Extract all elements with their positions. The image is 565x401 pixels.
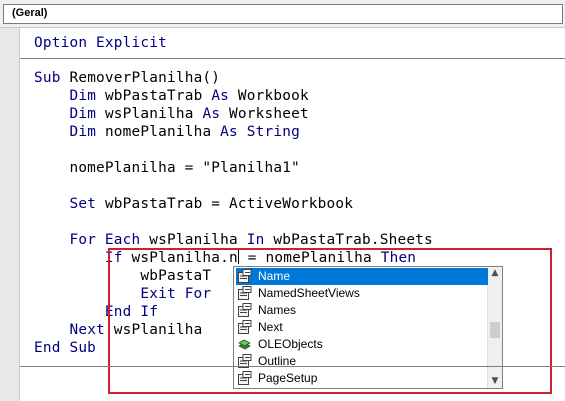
code-keyword: For Each [69,232,150,248]
autocomplete-item-oleobjects[interactable]: OLEObjects [236,336,488,353]
code-line[interactable]: Dim nomePlanilha As String [34,123,300,141]
autocomplete-item-label: NamedSheetViews [258,286,360,300]
code-line[interactable]: Dim wbPastaTrab As Workbook [34,87,309,105]
property-icon [237,303,252,318]
code-line[interactable]: For Each wsPlanilha In wbPastaTrab.Sheet… [34,231,433,249]
autocomplete-scrollbar[interactable]: ▲ ▼ [487,267,502,388]
code-keyword: Option Explicit [34,35,167,51]
property-icon [237,371,252,386]
property-icon [237,320,252,335]
code-text: nomePlanilha = "Planilha1" [34,160,300,176]
autocomplete-item-label: Name [258,269,291,283]
code-text: wbPastaTrab.Sheets [273,232,433,248]
autocomplete-item-label: OLEObjects [258,337,323,351]
code-keyword: Dim [69,124,105,140]
code-line[interactable]: Option Explicit [34,34,167,52]
code-text: Worksheet [229,106,309,122]
code-text: wsPlanilha [149,232,247,248]
autocomplete-item-namedsheetviews[interactable]: NamedSheetViews [236,285,488,302]
code-text: wbPastaTrab [104,88,212,104]
procedure-dropdown[interactable]: (Geral) [3,4,563,24]
code-keyword: Set [69,196,105,212]
property-icon [237,286,252,301]
autocomplete-item-pagesetup[interactable]: PageSetup [236,370,488,387]
property-icon [237,269,252,284]
code-text: wsPlanilha [104,106,203,122]
code-keyword: Dim [69,88,105,104]
toolbar: (Geral) [0,0,565,28]
procedure-dropdown-value: (Geral) [12,7,48,19]
code-text: wbPastaTrab = ActiveWorkbook [104,196,354,212]
code-text: nomePlanilha [104,124,221,140]
autocomplete-item-label: PageSetup [258,371,318,385]
code-text: RemoverPlanilha() [69,70,221,86]
method-icon [237,337,252,352]
code-line[interactable]: nomePlanilha = "Planilha1" [34,159,300,177]
procedure-separator [20,366,565,367]
procedure-separator [20,58,565,59]
code-keyword: As [220,124,247,140]
scroll-down-arrow-icon[interactable]: ▼ [490,376,500,386]
code-keyword: As [211,88,238,104]
code-keyword: In [246,232,274,248]
code-keyword: As [202,106,230,122]
autocomplete-list[interactable]: ▲ ▼ Name NamedSheetViews Names Next OLEObjec… [233,266,503,389]
code-line[interactable]: End Sub [34,339,96,357]
code-keyword: End Sub [34,340,97,356]
code-line[interactable]: Dim wsPlanilha As Worksheet [34,105,309,123]
code-line[interactable]: Sub RemoverPlanilha() [34,69,220,87]
code-line[interactable]: Set wbPastaTrab = ActiveWorkbook [34,195,353,213]
autocomplete-item-next[interactable]: Next [236,319,488,336]
scrollbar-thumb[interactable] [490,322,500,338]
autocomplete-item-outline[interactable]: Outline [236,353,488,370]
autocomplete-item-label: Names [258,303,297,317]
editor-margin [0,28,20,401]
autocomplete-item-label: Outline [258,354,297,368]
autocomplete-item-name[interactable]: Name [236,268,488,285]
code-keyword: Sub [34,70,70,86]
code-keyword: Dim [69,106,105,122]
autocomplete-item-names[interactable]: Names [236,302,488,319]
scroll-up-arrow-icon[interactable]: ▲ [490,268,500,278]
code-text: Workbook [237,88,309,104]
code-keyword: String [246,124,300,140]
autocomplete-item-label: Next [258,320,283,334]
